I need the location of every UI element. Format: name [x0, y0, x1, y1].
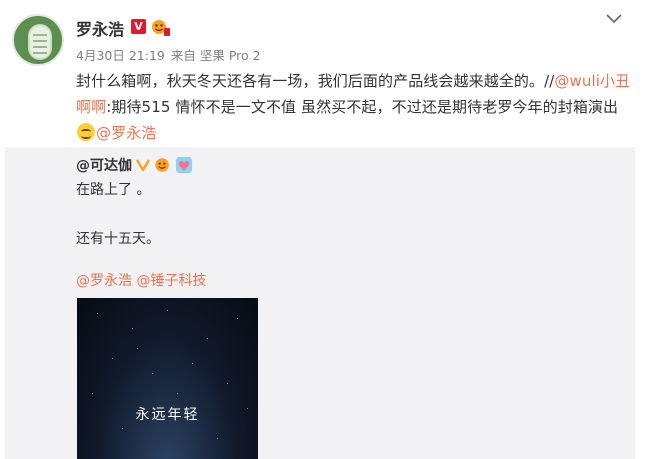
username[interactable]: 罗永浩: [76, 16, 124, 40]
post-meta: 4月30日 21:19 来自 坚果 Pro 2: [76, 45, 267, 64]
repost-card[interactable]: @可达伽 在路上了 。 还有十五天。 @罗永浩 @锤子科技 永远年轻: [5, 147, 635, 459]
post-source-prefix: 来自: [170, 48, 196, 63]
repost-text-line2: 还有十五天。: [76, 231, 160, 247]
post-text: 封什么箱啊，秋天冬天还各有一场，我们后面的产品线会越来越全的。//@wuli小丑…: [76, 68, 632, 146]
repost-username[interactable]: @可达伽: [76, 155, 132, 175]
mention-link[interactable]: @锤子科技: [136, 273, 206, 289]
repost-text-line1: 在路上了 。: [76, 182, 151, 198]
post-text-part1: 封什么箱啊，秋天冬天还各有一场，我们后面的产品线会越来越全的。//: [76, 72, 555, 90]
mention-self-link[interactable]: @罗永浩: [96, 124, 156, 142]
member-badge-icon: [155, 158, 169, 172]
avatar-image: [28, 24, 52, 60]
member-badge-icon: [152, 20, 170, 36]
chevron-down-icon[interactable]: [605, 12, 623, 26]
repost-mentions: @罗永浩 @锤子科技: [76, 270, 206, 290]
avatar[interactable]: [12, 14, 64, 66]
post-device[interactable]: 坚果 Pro 2: [200, 48, 261, 63]
repost-image[interactable]: 永远年轻: [77, 298, 258, 459]
mention-link[interactable]: @罗永浩: [76, 273, 132, 289]
post-date[interactable]: 4月30日 21:19: [76, 48, 165, 63]
smile-emoji-icon: [77, 123, 95, 141]
image-caption: 永远年轻: [135, 407, 200, 423]
post-text-part2: :期待515 情怀不是一文不值 虽然买不起，不过还是期待老罗今年的封箱演出: [106, 98, 619, 116]
gold-verified-icon: [136, 159, 150, 172]
verified-badge-icon: V: [131, 19, 146, 34]
heart-badge-icon: [175, 156, 193, 174]
